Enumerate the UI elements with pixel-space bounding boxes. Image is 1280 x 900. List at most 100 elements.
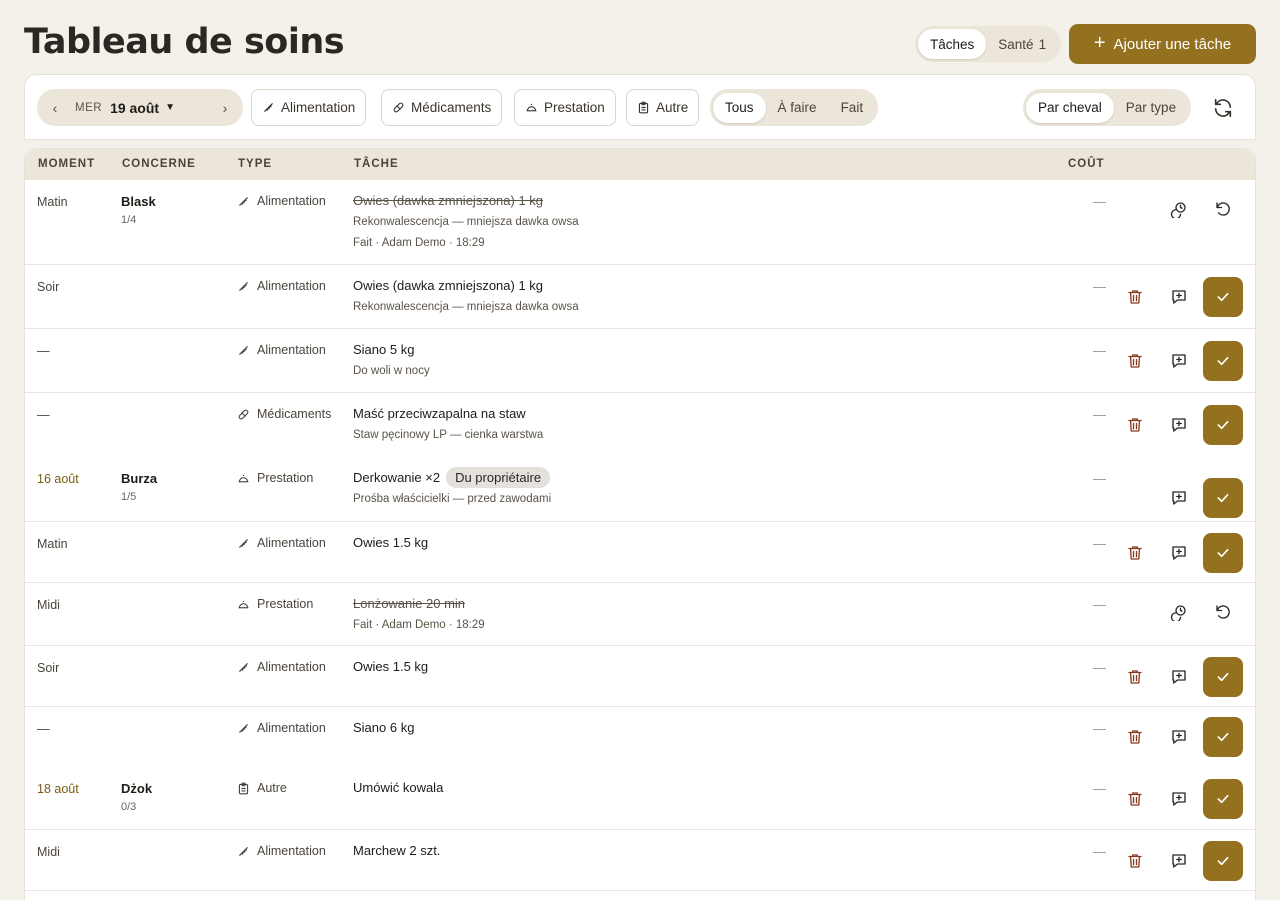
group-par-type[interactable]: Par type bbox=[1114, 93, 1188, 123]
row-type-label: Alimentation bbox=[257, 660, 326, 674]
row-type: Alimentation bbox=[237, 844, 326, 858]
table-header: MOMENT CONCERNE TYPE TÂCHE COÛT bbox=[25, 149, 1255, 180]
add-comment-icon[interactable] bbox=[1168, 726, 1190, 748]
group-par-cheval[interactable]: Par cheval bbox=[1026, 92, 1114, 123]
header-moment: MOMENT bbox=[38, 158, 96, 170]
row-task-title: Siano 5 kg bbox=[353, 342, 415, 357]
feed-icon bbox=[239, 345, 248, 355]
filter-prestation[interactable]: Prestation bbox=[514, 89, 616, 126]
row-task-note: Rekonwalescencja — mniejsza dawka owsa bbox=[353, 301, 579, 313]
row-moment: — bbox=[37, 408, 50, 422]
add-task-button[interactable]: + Ajouter une tâche bbox=[1069, 24, 1256, 64]
trash-icon[interactable] bbox=[1124, 414, 1146, 436]
tab-sante[interactable]: Santé 1 bbox=[986, 29, 1058, 59]
undo-icon[interactable] bbox=[1212, 601, 1234, 623]
add-comment-icon[interactable] bbox=[1168, 542, 1190, 564]
row-type: Alimentation bbox=[237, 536, 326, 550]
trash-icon[interactable] bbox=[1124, 666, 1146, 688]
mark-done-button[interactable] bbox=[1203, 405, 1243, 445]
add-comment-icon[interactable] bbox=[1168, 666, 1190, 688]
mark-done-button[interactable] bbox=[1203, 533, 1243, 573]
history-icon[interactable] bbox=[1168, 601, 1190, 623]
status-fait[interactable]: Fait bbox=[829, 93, 876, 123]
feed-icon bbox=[239, 538, 248, 548]
check-icon bbox=[1215, 729, 1231, 745]
date-picker[interactable]: 19 août bbox=[110, 100, 159, 116]
filter-autre[interactable]: Autre bbox=[626, 89, 700, 126]
row-type-label: Prestation bbox=[257, 471, 314, 485]
tasks-table: MOMENT CONCERNE TYPE TÂCHE COÛT Matin Bla… bbox=[24, 148, 1256, 900]
row-horse-name[interactable]: Blask bbox=[121, 194, 156, 209]
row-task-note: Prośba właścicielki — przed zawodami bbox=[353, 493, 552, 505]
chevron-left-icon[interactable]: ‹ bbox=[37, 100, 73, 116]
table-row: Midi Prestation Lonżowanie 20 min Fait · Ad… bbox=[25, 583, 1255, 646]
mark-done-button[interactable] bbox=[1203, 657, 1243, 697]
row-task: Owies 1.5 kg bbox=[353, 535, 428, 550]
add-task-label: Ajouter une tâche bbox=[1113, 35, 1232, 53]
add-comment-icon[interactable] bbox=[1168, 788, 1190, 810]
mark-done-button[interactable] bbox=[1203, 341, 1243, 381]
mark-done-button[interactable] bbox=[1203, 277, 1243, 317]
trash-icon[interactable] bbox=[1124, 788, 1146, 810]
row-type-label: Alimentation bbox=[257, 279, 326, 293]
chevron-down-icon[interactable]: ▼ bbox=[165, 102, 175, 113]
status-tous[interactable]: Tous bbox=[713, 92, 766, 123]
row-moment: Midi bbox=[37, 845, 60, 859]
row-task: Derkowanie ×2 Du propriétaire bbox=[353, 467, 551, 488]
tab-taches[interactable]: Tâches bbox=[918, 29, 987, 59]
refresh-icon[interactable] bbox=[1212, 97, 1234, 119]
check-icon bbox=[1215, 545, 1231, 561]
status-a-faire[interactable]: À faire bbox=[766, 93, 829, 123]
mark-done-button[interactable] bbox=[1203, 841, 1243, 881]
undo-icon[interactable] bbox=[1212, 198, 1234, 220]
add-comment-icon[interactable] bbox=[1168, 350, 1190, 372]
row-cost: — bbox=[1093, 597, 1106, 612]
row-horse-progress: 0/3 bbox=[121, 801, 137, 813]
row-type-label: Alimentation bbox=[257, 844, 326, 858]
row-moment: 18 août bbox=[37, 782, 79, 796]
trash-icon[interactable] bbox=[1124, 542, 1146, 564]
table-row: Matin Blask 1/4 Alimentation Owies (dawka zm… bbox=[25, 180, 1255, 265]
filter-alimentation[interactable]: Alimentation bbox=[251, 89, 367, 126]
row-moment: Soir bbox=[37, 280, 60, 294]
row-task-status: Fait · Adam Demo · 18:29 bbox=[353, 237, 485, 249]
feed-icon bbox=[264, 103, 273, 112]
row-type: Médicaments bbox=[237, 407, 331, 421]
date-navigator: ‹ MER 19 août ▼ › bbox=[37, 89, 243, 126]
chevron-right-icon[interactable]: › bbox=[207, 100, 243, 116]
mark-done-button[interactable] bbox=[1203, 478, 1243, 518]
row-task: Owies 1.5 kg bbox=[353, 659, 428, 674]
row-task: Marchew 2 szt. bbox=[353, 843, 440, 858]
row-horse-name[interactable]: Burza bbox=[121, 471, 157, 486]
weekday: MER bbox=[75, 101, 103, 114]
pill-icon bbox=[393, 102, 404, 113]
row-type-label: Médicaments bbox=[257, 407, 332, 421]
row-cost: — bbox=[1093, 194, 1106, 209]
filter-medicaments[interactable]: Médicaments bbox=[381, 89, 503, 126]
trash-icon[interactable] bbox=[1124, 850, 1146, 872]
status-filter: Tous À faire Fait bbox=[710, 89, 879, 126]
row-type-label: Prestation bbox=[257, 597, 314, 611]
grouping-toggle: Par cheval Par type bbox=[1023, 89, 1192, 126]
trash-icon[interactable] bbox=[1124, 350, 1146, 372]
add-comment-icon[interactable] bbox=[1168, 850, 1190, 872]
add-comment-icon[interactable] bbox=[1168, 286, 1190, 308]
mark-done-button[interactable] bbox=[1203, 717, 1243, 757]
row-type-label: Alimentation bbox=[257, 194, 326, 208]
filter-label: Médicaments bbox=[411, 100, 492, 115]
add-comment-icon[interactable] bbox=[1168, 414, 1190, 436]
check-icon bbox=[1215, 289, 1231, 305]
filter-label: Autre bbox=[656, 100, 689, 115]
add-comment-icon[interactable] bbox=[1168, 487, 1190, 509]
trash-icon[interactable] bbox=[1124, 286, 1146, 308]
row-task-title: Umówić kowala bbox=[353, 780, 444, 795]
tab-badge: 1 bbox=[1038, 36, 1047, 52]
row-moment: Midi bbox=[37, 598, 60, 612]
mark-done-button[interactable] bbox=[1203, 779, 1243, 819]
trash-icon[interactable] bbox=[1124, 726, 1146, 748]
row-task-title: Owies (dawka zmniejszona) 1 kg bbox=[353, 278, 544, 293]
row-task-title: Derkowanie ×2 bbox=[353, 470, 441, 485]
row-task-title: Owies (dawka zmniejszona) 1 kg bbox=[353, 193, 544, 208]
history-icon[interactable] bbox=[1168, 198, 1190, 220]
row-horse-name[interactable]: Dżok bbox=[121, 781, 152, 796]
